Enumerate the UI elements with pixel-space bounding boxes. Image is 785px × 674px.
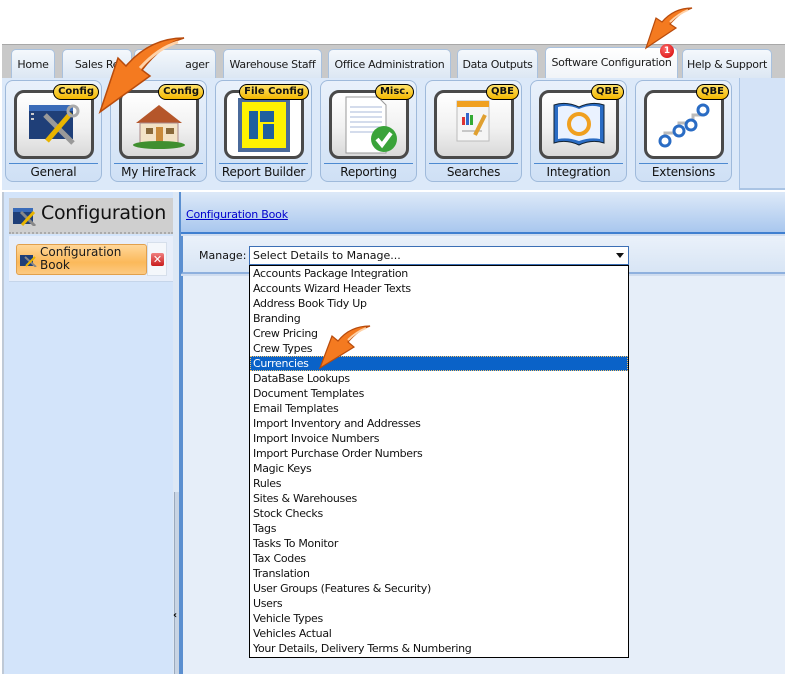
manage-dropdown-list: Accounts Package Integration Accounts Wiz… [249, 265, 629, 658]
qbe-tag: QBE [696, 84, 729, 100]
ribbon-button-label: Integration [546, 165, 611, 179]
ribbon-button-divider [219, 163, 308, 164]
breadcrumb-link-configuration-book[interactable]: Configuration Book [186, 208, 288, 221]
tab-software-configuration[interactable]: Software Configuration [545, 47, 678, 78]
ribbon-button-divider [534, 163, 623, 164]
ribbon-group: General Config My HireTrack Config Repor… [2, 78, 740, 190]
manage-select[interactable]: Select Details to Manage... [249, 246, 629, 265]
dropdown-option[interactable]: Users [250, 596, 628, 611]
ribbon-button-divider [639, 163, 728, 164]
dropdown-option[interactable]: Vehicles Actual [250, 626, 628, 641]
dropdown-option[interactable]: Your Details, Delivery Terms & Numbering [250, 641, 628, 656]
manage-select-value: Select Details to Manage... [253, 249, 401, 262]
chart-document-icon [434, 90, 514, 159]
house-icon [119, 90, 199, 159]
dropdown-option[interactable]: Rules [250, 476, 628, 491]
sidebar-item-label: Configuration Book [40, 245, 122, 272]
breadcrumb-bar: Configuration Book [181, 192, 785, 234]
tools-icon [14, 90, 94, 159]
close-icon: ✕ [151, 253, 164, 266]
tab-home[interactable]: Home [11, 49, 55, 78]
ribbon-button-extensions[interactable]: Extensions QBE [635, 80, 732, 182]
dropdown-option[interactable]: Magic Keys [250, 461, 628, 476]
close-item-button[interactable]: ✕ [147, 242, 167, 276]
config-tag: Config [53, 84, 99, 100]
sidebar-item-configuration-book[interactable]: Configuration Book [16, 244, 147, 275]
tab-help-support[interactable]: Help & Support [682, 49, 772, 78]
sidebar: Configuration Configuration Book ✕ [2, 192, 173, 674]
tab-data-outputs[interactable]: Data Outputs [457, 49, 538, 78]
dropdown-option[interactable]: DataBase Lookups [250, 371, 628, 386]
dropdown-option[interactable]: Crew Pricing [250, 326, 628, 341]
dropdown-option[interactable]: Crew Types [250, 341, 628, 356]
dropdown-option[interactable]: Sites & Warehouses [250, 491, 628, 506]
dropdown-option[interactable]: Address Book Tidy Up [250, 296, 628, 311]
dropdown-option[interactable]: Accounts Package Integration [250, 266, 628, 281]
ribbon-button-label: Reporting [340, 165, 397, 179]
sidebar-title: Configuration [41, 202, 166, 224]
collapse-chevron-icon[interactable]: ‹ [173, 610, 177, 621]
dropdown-option[interactable]: Accounts Wizard Header Texts [250, 281, 628, 296]
report-builder-icon [224, 90, 304, 159]
splitter-handle[interactable] [174, 492, 179, 674]
ribbon-button-label: General [30, 165, 77, 179]
ribbon-button-divider [9, 163, 98, 164]
dropdown-option[interactable]: User Groups (Features & Security) [250, 581, 628, 596]
ribbon-button-general[interactable]: General Config [5, 80, 102, 182]
ribbon: General Config My HireTrack Config Repor… [2, 78, 785, 190]
dropdown-option[interactable]: Stock Checks [250, 506, 628, 521]
dropdown-option[interactable]: Tags [250, 521, 628, 536]
dropdown-option[interactable]: Translation [250, 566, 628, 581]
nodes-icon [644, 90, 724, 159]
dropdown-option[interactable]: Import Inventory and Addresses [250, 416, 628, 431]
report-check-icon [329, 90, 409, 159]
tab-office-administration[interactable]: Office Administration [328, 49, 451, 78]
dropdown-option[interactable]: Branding [250, 311, 628, 326]
manage-label: Manage: [199, 249, 247, 262]
tab-sales[interactable]: Sales Re [62, 49, 132, 78]
configuration-icon [20, 254, 37, 270]
notification-badge: 1 [660, 44, 674, 58]
qbe-tag: QBE [591, 84, 624, 100]
book-sync-icon [539, 90, 619, 159]
ribbon-button-integration[interactable]: Integration QBE [530, 80, 627, 182]
ribbon-button-my-hiretrack[interactable]: My HireTrack Config [110, 80, 207, 182]
ribbon-button-label: Extensions [651, 165, 716, 179]
dropdown-option[interactable]: Email Templates [250, 401, 628, 416]
sidebar-header: Configuration [9, 198, 173, 234]
dropdown-option[interactable]: Tasks To Monitor [250, 536, 628, 551]
ribbon-button-searches[interactable]: Searches QBE [425, 80, 522, 182]
dropdown-option[interactable]: Import Purchase Order Numbers [250, 446, 628, 461]
ribbon-button-label: My HireTrack [121, 165, 196, 179]
config-tag: Config [158, 84, 204, 100]
ribbon-button-label: Report Builder [221, 165, 306, 179]
ribbon-button-divider [324, 163, 413, 164]
dropdown-option[interactable]: Vehicle Types [250, 611, 628, 626]
sidebar-splitter[interactable]: ‹ [173, 192, 181, 674]
ribbon-button-report-builder[interactable]: Report Builder File Config [215, 80, 312, 182]
qbe-tag: QBE [486, 84, 519, 100]
configuration-icon [13, 206, 37, 229]
dropdown-option[interactable]: Import Invoice Numbers [250, 431, 628, 446]
dropdown-option[interactable]: Document Templates [250, 386, 628, 401]
tab-manager[interactable]: ager [134, 49, 216, 78]
tab-warehouse-staff[interactable]: Warehouse Staff [223, 49, 322, 78]
ribbon-button-divider [429, 163, 518, 164]
dropdown-option[interactable]: Tax Codes [250, 551, 628, 566]
ribbon-button-label: Searches [446, 165, 501, 179]
misc-tag: Misc. [374, 84, 414, 100]
ribbon-button-reporting[interactable]: Reporting Misc. [320, 80, 417, 182]
dropdown-option[interactable]: Currencies [250, 356, 628, 371]
file-config-tag: File Config [239, 84, 309, 100]
sidebar-list: Configuration Book ✕ [9, 236, 173, 282]
chevron-down-icon[interactable] [616, 253, 624, 258]
ribbon-button-divider [114, 163, 203, 164]
